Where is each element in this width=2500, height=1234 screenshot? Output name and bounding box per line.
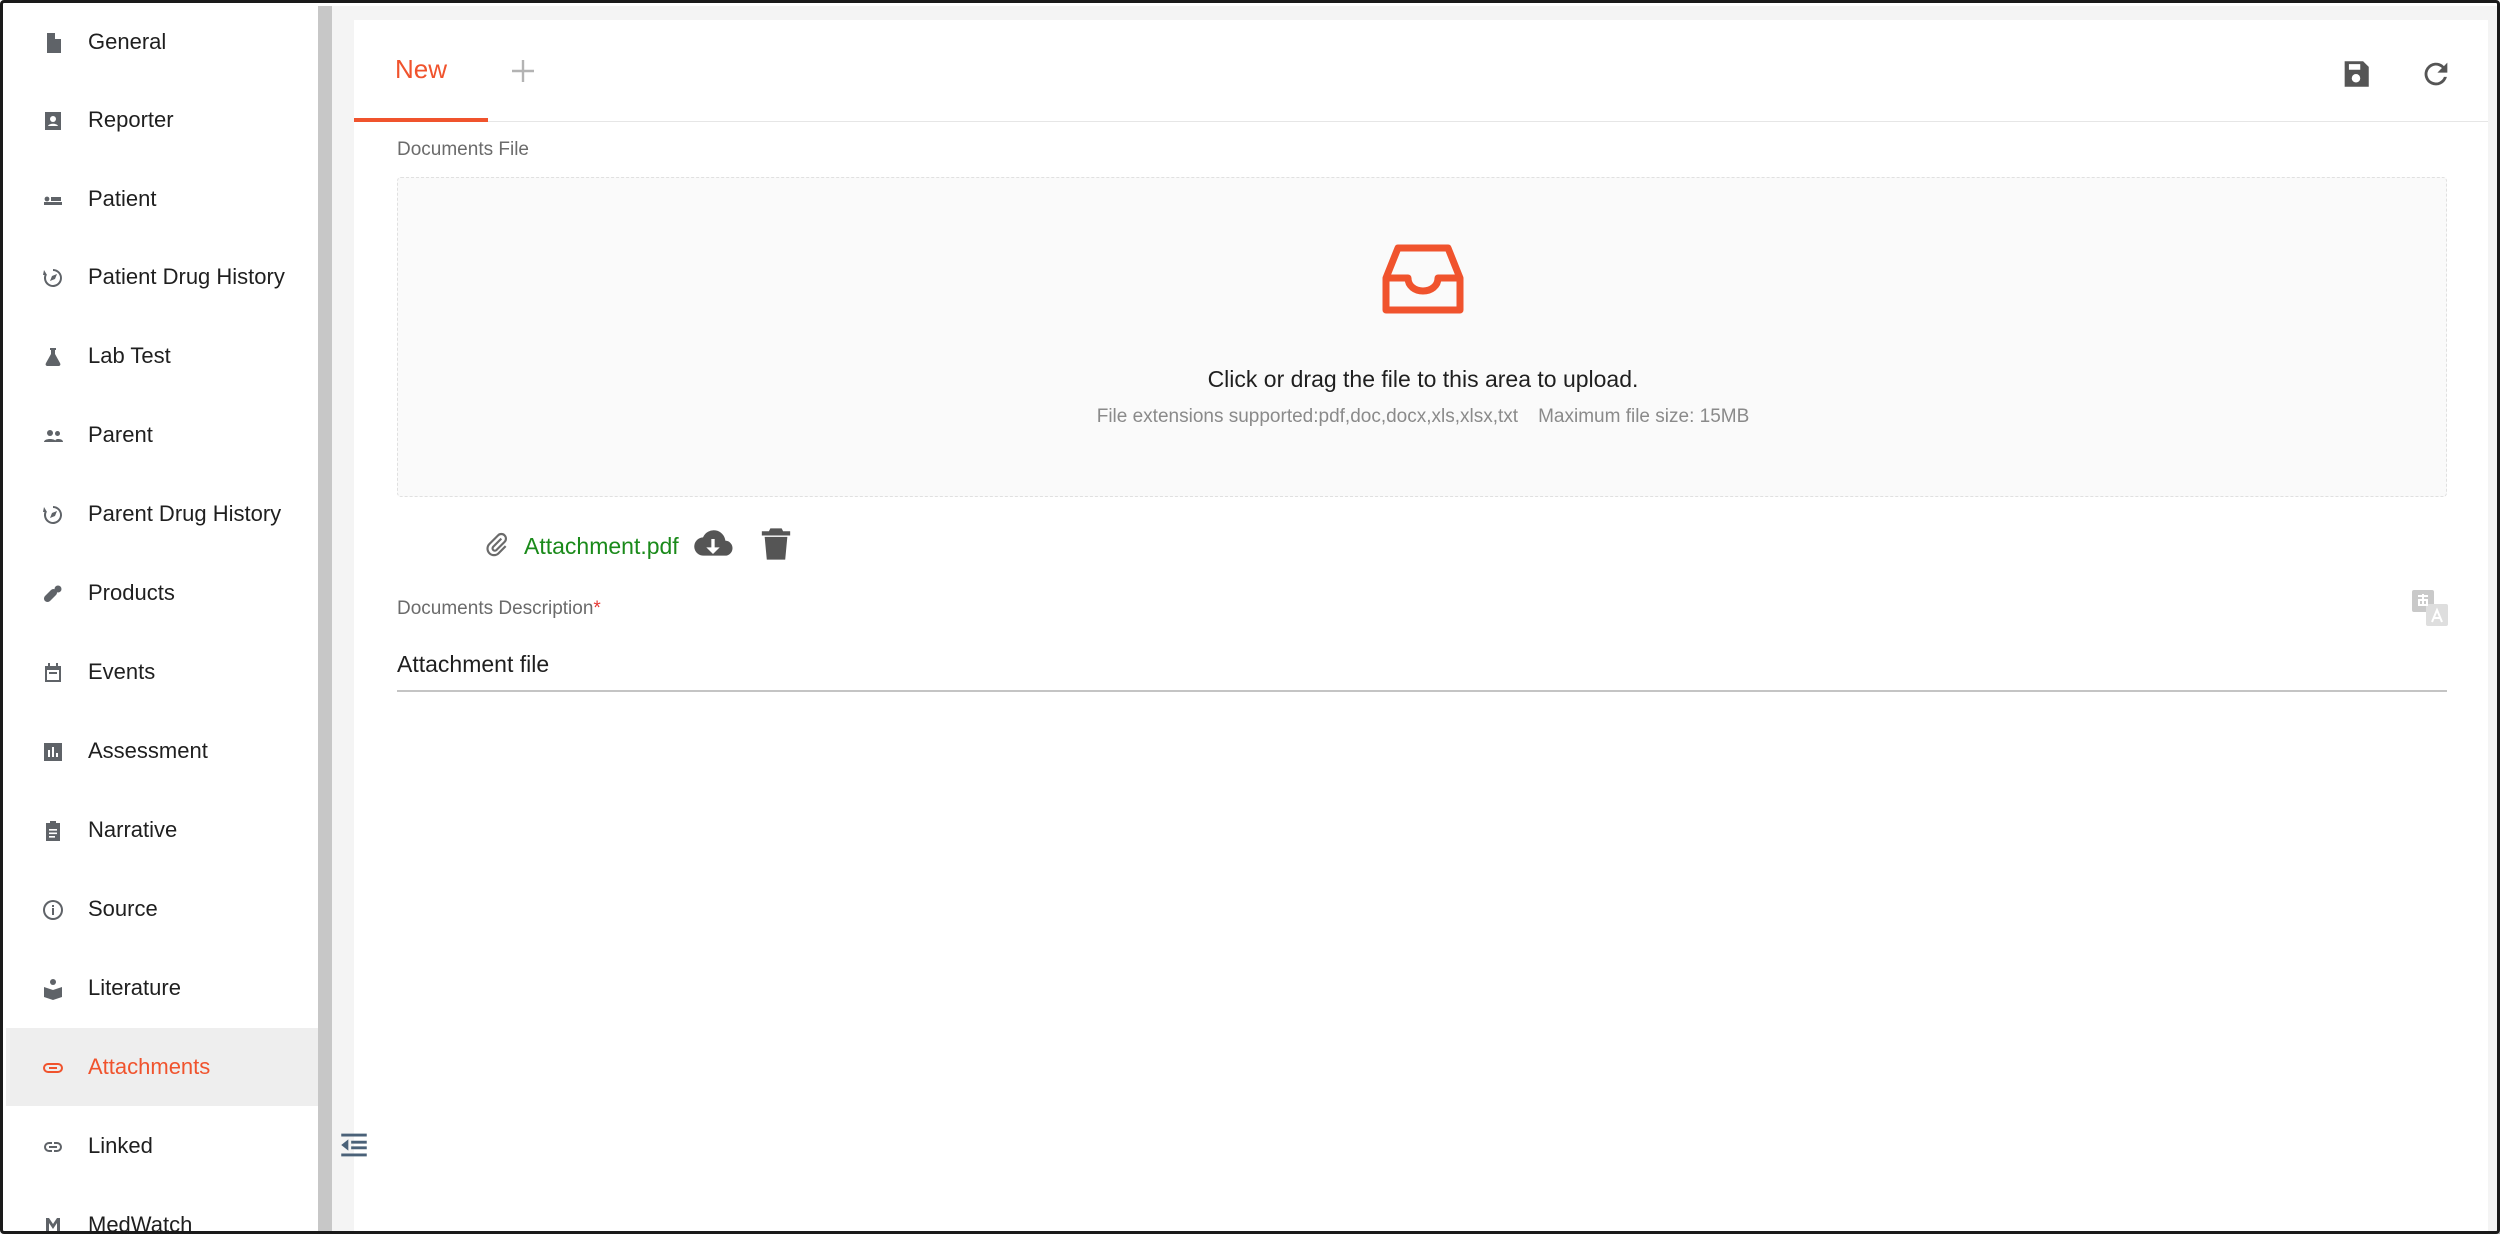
sidebar-item-label: Source [88,896,158,921]
document-icon [40,30,66,56]
save-button[interactable] [2336,54,2376,94]
sidebar-item-label: Attachments [88,1054,211,1079]
sidebar-item-parent-drug-history[interactable]: Parent Drug History [6,475,318,553]
sidebar-item-lab-test[interactable]: Lab Test [6,317,318,395]
sidebar-item-attachments[interactable]: Attachments [6,1028,318,1106]
patient-bed-icon [40,187,66,213]
file-upload-dropzone[interactable]: Click or drag the file to this area to u… [397,177,2447,497]
clipboard-icon [40,818,66,844]
sidebar-item-parent[interactable]: Parent [6,396,318,474]
sidebar-item-label: Patient [88,186,157,211]
documents-description-label-text: Documents Description [397,598,594,619]
documents-description-input[interactable] [397,638,2447,692]
sidebar-item-label: Narrative [88,817,178,842]
sidebar-item-medwatch[interactable]: MedWatch [6,1186,318,1234]
sidebar-item-label: Literature [88,975,181,1000]
attachment-list-item: Attachment.pdf [484,526,791,566]
upload-instructions: Click or drag the file to this area to u… [1207,366,1639,392]
sidebar-item-label: Patient Drug History [88,264,285,289]
contact-card-icon [40,108,66,134]
sidebar-splitter[interactable] [318,6,332,1231]
info-icon [40,897,66,923]
link-icon [40,1134,66,1160]
refresh-button[interactable] [2416,54,2456,94]
history-compass-icon [40,265,66,291]
sidebar-item-label: Reporter [88,107,174,132]
sidebar-item-reporter[interactable]: Reporter [6,81,318,159]
documents-description-label: Documents Description* [397,598,601,620]
refresh-icon [2424,62,2448,86]
history-compass-icon [40,502,66,528]
sidebar-item-label: Lab Test [88,343,171,368]
calendar-icon [40,660,66,686]
upload-hint: File extensions supported:pdf,doc,docx,x… [398,406,2448,428]
cloud-download-icon[interactable] [693,524,733,569]
reading-icon [40,976,66,1002]
max-size-hint: Maximum file size: 15MB [1538,406,1750,427]
sidebar-item-label: General [88,29,167,54]
add-tab-button[interactable] [488,20,558,122]
paperclip-icon [40,1055,66,1081]
sidebar-item-patient-drug-history[interactable]: Patient Drug History [6,238,318,316]
translate-icon[interactable] [2410,588,2450,628]
sidebar-nav: General Reporter Patient Patient Drug Hi… [6,6,318,1234]
attachment-file-link[interactable]: Attachment.pdf [524,533,679,560]
sidebar-item-literature[interactable]: Literature [6,949,318,1027]
sidebar-item-patient[interactable]: Patient [6,160,318,238]
tab-bar: New [354,20,2488,122]
sidebar-item-general[interactable]: General [6,6,318,81]
sidebar-item-label: Assessment [88,738,208,763]
paperclip-icon [484,531,510,562]
sidebar-item-label: Linked [88,1133,153,1158]
sidebar-item-assessment[interactable]: Assessment [6,712,318,790]
people-icon [40,423,66,449]
trash-icon[interactable] [761,527,791,566]
collapse-menu-icon [341,1133,367,1157]
sidebar-item-label: Products [88,580,175,605]
plus-icon [512,60,534,82]
sidebar-item-label: Parent Drug History [88,501,282,526]
lab-flask-icon [40,344,66,370]
attachment-card: New Documents File Click or drag the fil… [354,20,2488,1231]
sidebar-item-products[interactable]: Products [6,554,318,632]
sidebar-item-source[interactable]: Source [6,870,318,948]
sidebar-item-events[interactable]: Events [6,633,318,711]
sidebar-item-narrative[interactable]: Narrative [6,791,318,869]
medwatch-icon [40,1213,66,1231]
save-icon [2344,61,2369,87]
bar-chart-icon [40,739,66,765]
required-mark: * [593,598,601,619]
sidebar-item-label: MedWatch [88,1212,193,1234]
sidebar-item-linked[interactable]: Linked [6,1107,318,1185]
tab-new[interactable]: New [354,20,488,122]
app-window: General Reporter Patient Patient Drug Hi… [0,0,2500,1234]
main-content: New Documents File Click or drag the fil… [332,6,2497,1231]
collapse-sidebar-button[interactable] [336,1127,372,1163]
documents-file-label: Documents File [397,139,529,160]
pills-icon [40,581,66,607]
sidebar-item-label: Events [88,659,156,684]
extensions-hint: File extensions supported:pdf,doc,docx,x… [1096,406,1519,427]
inbox-icon [1380,236,1466,322]
sidebar-item-label: Parent [88,422,153,447]
